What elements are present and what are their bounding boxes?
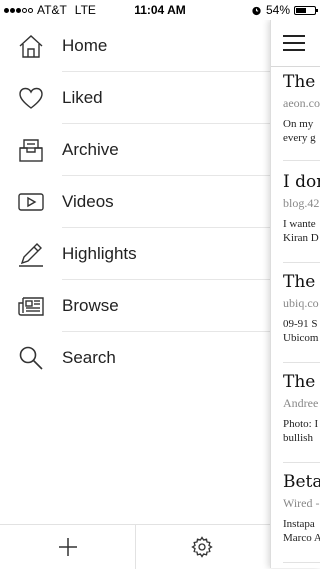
menu-item-archive[interactable]: Archive [0, 124, 270, 176]
article-excerpt: I wante Kiran D [283, 217, 320, 245]
gear-icon[interactable] [190, 535, 214, 559]
excerpt-line: Ubicom [283, 332, 319, 344]
article-item[interactable]: The I Andree Photo: I bullish [283, 372, 320, 445]
alarm-clock-icon [252, 6, 261, 15]
article-title: I don [283, 172, 320, 192]
article-item[interactable]: The C ubiq.co 09-91 S Ubicom [283, 272, 320, 345]
article-excerpt: Instapa Marco A [283, 517, 320, 545]
excerpt-line: Marco A [283, 532, 320, 544]
article-item[interactable]: Betaw Wired - Instapa Marco A [283, 472, 320, 545]
video-icon [18, 193, 44, 211]
divider [283, 362, 320, 363]
excerpt-line: On my [283, 118, 314, 130]
bottom-toolbar [0, 524, 270, 569]
menu-item-home[interactable]: Home [0, 20, 270, 72]
menu-item-browse[interactable]: Browse [0, 280, 270, 332]
battery-percent: 54% [265, 3, 290, 17]
excerpt-line: 09-91 S [283, 318, 318, 330]
article-item[interactable]: I don blog.42 I wante Kiran D [283, 172, 320, 245]
menu-item-label: Browse [62, 296, 119, 315]
search-icon [19, 346, 43, 370]
article-source: aeon.co [283, 96, 320, 110]
article-item[interactable]: The p aeon.co On my every g [283, 72, 320, 145]
excerpt-line: Photo: I [283, 418, 319, 430]
divider [283, 562, 320, 563]
menu-item-label: Liked [62, 88, 103, 107]
article-source: ubiq.co [283, 296, 319, 310]
pen-icon [19, 243, 43, 267]
excerpt-line: every g [283, 132, 316, 144]
menu-item-videos[interactable]: Videos [0, 176, 270, 228]
menu-item-label: Archive [62, 140, 119, 159]
menu-item-search[interactable]: Search [0, 332, 270, 384]
article-list-panel[interactable]: The p aeon.co On my every g I don blog.4… [270, 20, 320, 568]
status-bar: AT&T LTE 11:04 AM 54% [0, 0, 320, 20]
toolbar-divider [135, 525, 136, 569]
divider [283, 262, 320, 263]
menu-item-label: Home [62, 36, 108, 55]
menu-item-highlights[interactable]: Highlights [0, 228, 270, 280]
article-excerpt: 09-91 S Ubicom [283, 317, 320, 345]
article-excerpt: On my every g [283, 117, 320, 145]
article-source: blog.42 [283, 196, 320, 210]
battery-icon [294, 5, 318, 15]
divider [271, 66, 320, 67]
article-source: Andree [283, 396, 319, 410]
menu-item-label: Search [62, 348, 116, 367]
article-title: Betaw [283, 472, 320, 492]
excerpt-line: bullish [283, 432, 313, 444]
menu-item-label: Highlights [62, 244, 137, 263]
menu-hamburger-icon[interactable] [283, 35, 305, 51]
menu-item-liked[interactable]: Liked [0, 72, 270, 124]
article-title: The p [283, 72, 320, 92]
excerpt-line: Kiran D [283, 232, 319, 244]
divider [283, 160, 320, 161]
divider [283, 462, 320, 463]
excerpt-line: I wante [283, 218, 316, 230]
excerpt-line: Instapa [283, 518, 315, 530]
side-menu: Home Liked Archive Videos Highlights Bro… [0, 20, 270, 384]
article-source: Wired - [283, 496, 320, 510]
home-icon [19, 35, 43, 58]
article-excerpt: Photo: I bullish [283, 417, 320, 445]
archive-icon [19, 139, 43, 162]
article-title: The I [283, 372, 320, 392]
newspaper-icon [18, 297, 44, 316]
status-right: 54% [251, 3, 318, 17]
menu-item-label: Videos [62, 192, 114, 211]
plus-icon[interactable] [56, 535, 80, 559]
heart-icon [19, 87, 43, 109]
article-title: The C [283, 272, 320, 292]
